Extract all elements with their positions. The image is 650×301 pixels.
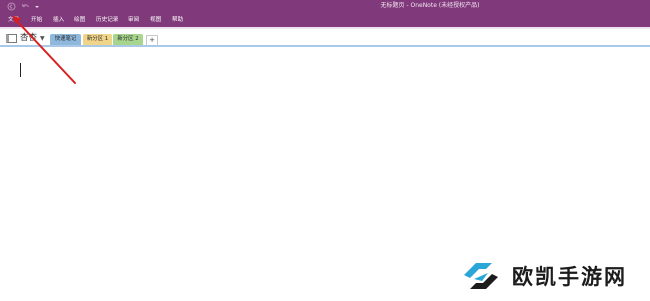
- section-tab-new-2[interactable]: 新分区 2: [113, 34, 143, 45]
- menu-review[interactable]: 审阅: [128, 15, 139, 25]
- section-tab-new-1[interactable]: 新分区 1: [83, 34, 112, 45]
- window-title: 无标题页 - OneNote (未经授权产品): [380, 2, 480, 9]
- menu-view[interactable]: 视图: [150, 15, 161, 25]
- notebook-icon: [6, 33, 17, 43]
- menu-history[interactable]: 历史记录: [96, 15, 118, 25]
- notebook-name: 杏杏: [20, 33, 38, 43]
- menu-file[interactable]: 文件: [8, 15, 19, 25]
- title-bar: 无标题页 - OneNote (未经授权产品): [0, 0, 650, 13]
- chevron-down-icon: ▼: [40, 34, 45, 42]
- add-section-button[interactable]: +: [146, 35, 158, 45]
- notebook-selector[interactable]: 杏杏 ▼: [6, 32, 45, 44]
- text-cursor: [20, 63, 21, 77]
- menu-bar: 文件 开始 插入 绘图 历史记录 审阅 视图 帮助: [0, 13, 650, 27]
- menu-help[interactable]: 帮助: [172, 15, 183, 25]
- menu-home[interactable]: 开始: [31, 15, 42, 25]
- menu-draw[interactable]: 绘图: [74, 15, 85, 25]
- section-tab-row: 杏杏 ▼ 快速笔记 新分区 1 新分区 2 +: [0, 29, 650, 46]
- menu-insert[interactable]: 插入: [53, 15, 64, 25]
- section-tab-quick-notes[interactable]: 快速笔记: [50, 34, 81, 45]
- watermark: 欧凯手游网: [458, 256, 638, 296]
- watermark-logo-icon: [458, 257, 504, 295]
- watermark-text: 欧凯手游网: [512, 265, 627, 289]
